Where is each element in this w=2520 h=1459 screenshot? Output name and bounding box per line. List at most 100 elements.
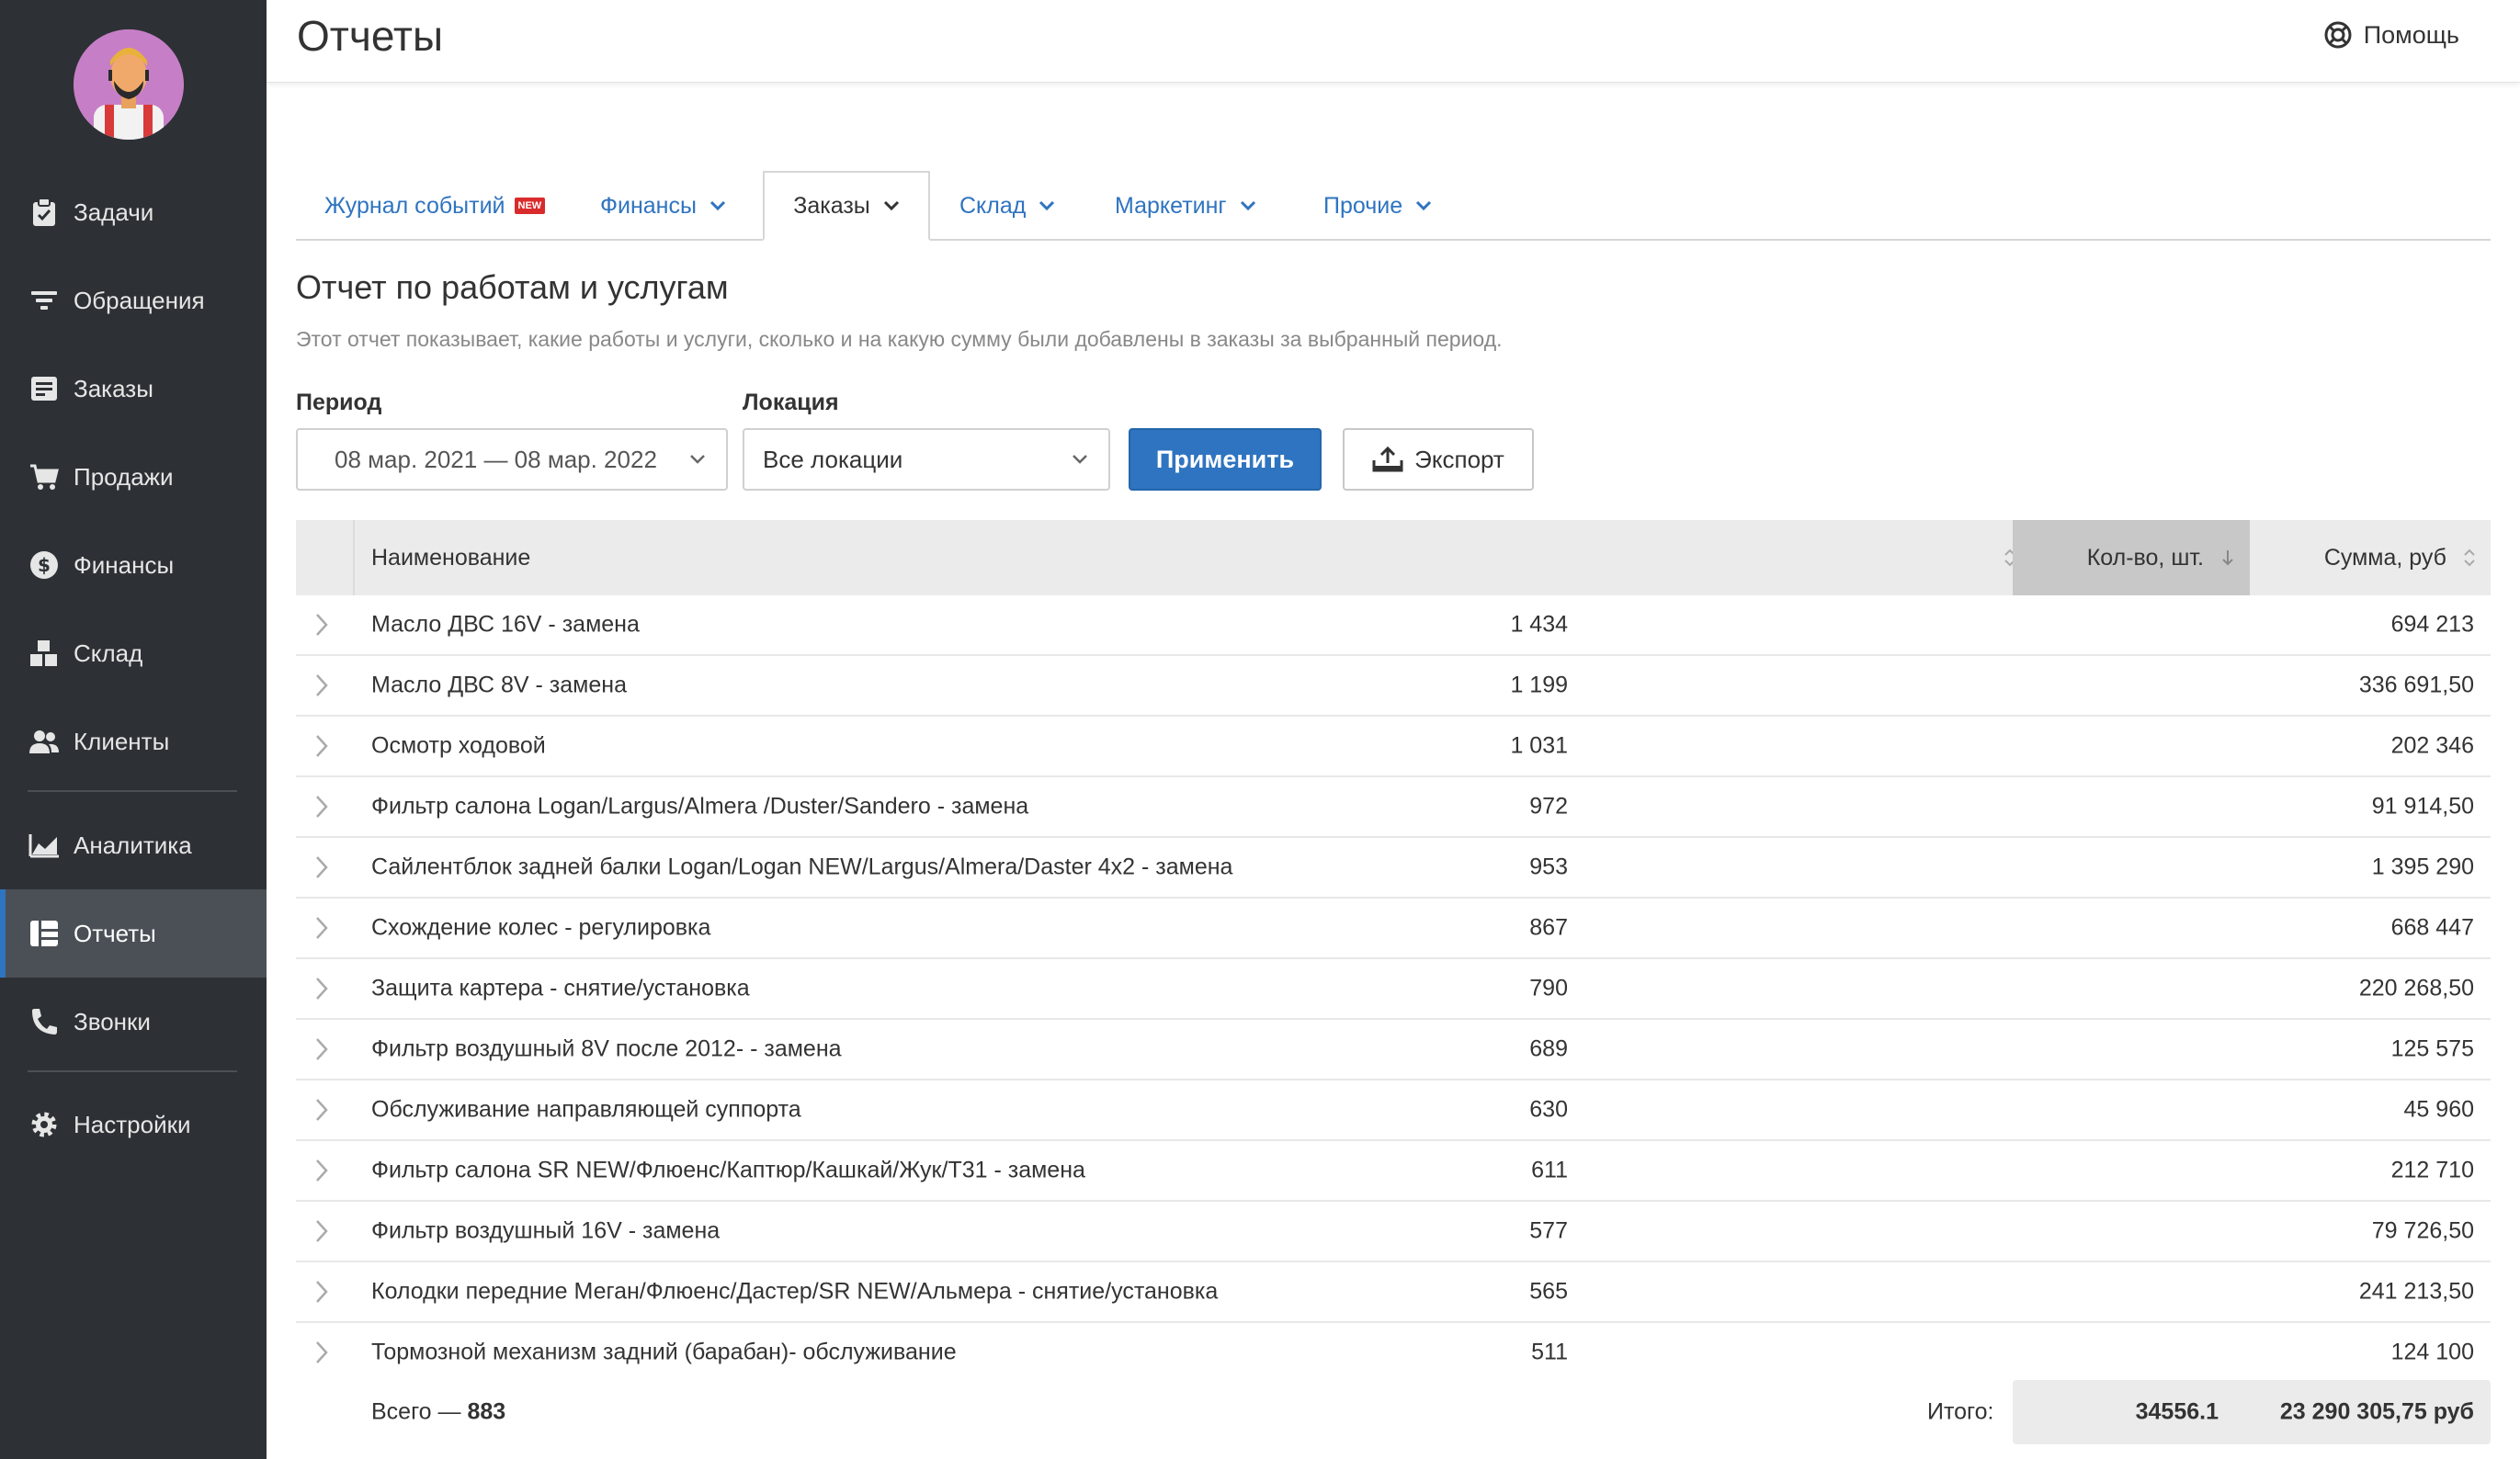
table-row[interactable]: Схождение колес - регулировка 867 668 44… [296,899,2491,959]
sidebar-item-orders[interactable]: Заказы [0,345,267,433]
chevron-right-icon[interactable] [314,977,329,1001]
total-count-label: Всего — [371,1398,468,1425]
chevron-right-icon[interactable] [314,916,329,940]
tab-finance[interactable]: Финансы [600,171,726,241]
table-row[interactable]: Колодки передние Меган/Флюенс/Дастер/SR … [296,1262,2491,1323]
row-sum: 125 575 [2390,1035,2474,1062]
tab-event-log[interactable]: Журнал событий NEW [324,171,546,241]
row-qty: 1 199 [1510,672,1568,698]
table-row[interactable]: Тормозной механизм задний (барабан)- обс… [296,1323,2491,1369]
sidebar-divider [28,790,237,792]
table-row[interactable]: Масло ДВС 16V - замена 1 434 694 213 [296,595,2491,656]
header: Отчеты Помощь [267,0,2520,83]
sidebar-item-clients[interactable]: Клиенты [0,697,267,786]
tab-other[interactable]: Прочие [1323,171,1432,241]
tab-warehouse[interactable]: Склад [959,171,1055,241]
tab-marketing[interactable]: Маркетинг [1115,171,1256,241]
help-button[interactable]: Помощь [2323,20,2459,50]
avatar[interactable] [74,29,184,140]
row-name: Обслуживание направляющей суппорта [371,1096,801,1123]
sidebar-item-appeals[interactable]: Обращения [0,256,267,345]
new-badge: NEW [514,198,546,214]
location-value: Все локации [763,445,903,473]
table-row[interactable]: Фильтр салона SR NEW/Флюенс/Каптюр/Кашка… [296,1141,2491,1202]
row-qty: 790 [1529,975,1568,1001]
gear-icon [28,1108,61,1141]
table-row[interactable]: Масло ДВС 8V - замена 1 199 336 691,50 [296,656,2491,717]
chevron-down-icon [1240,200,1256,211]
table-row[interactable]: Фильтр салона Logan/Largus/Almera /Duste… [296,777,2491,838]
sidebar-item-reports[interactable]: Отчеты [0,889,267,978]
row-name: Масло ДВС 16V - замена [371,611,640,638]
column-header-name[interactable]: Наименование [355,520,2033,595]
chevron-right-icon[interactable] [314,613,329,637]
page-title: Отчеты [297,12,444,60]
location-label: Локация [743,390,839,415]
chevron-right-icon[interactable] [314,673,329,697]
table-row[interactable]: Осмотр ходовой 1 031 202 346 [296,717,2491,777]
period-select[interactable]: 08 мар. 2021 — 08 мар. 2022 [296,428,728,491]
table-row[interactable]: Фильтр воздушный 8V после 2012- - замена… [296,1020,2491,1080]
row-name: Сайлентблок задней балки Logan/Logan NEW… [371,854,1233,880]
sidebar-item-calls[interactable]: Звонки [0,978,267,1066]
total-count: Всего — 883 [371,1399,505,1426]
sidebar-item-label: Звонки [74,1007,151,1035]
sidebar-item-label: Склад [74,639,143,667]
table-row[interactable]: Сайлентблок задней балки Logan/Logan NEW… [296,838,2491,899]
chevron-right-icon[interactable] [314,855,329,879]
export-button[interactable]: Экспорт [1343,428,1534,491]
total-count-value: 883 [467,1398,506,1425]
row-sum: 668 447 [2390,914,2474,941]
column-header-qty[interactable]: Кол-во, шт. [2013,520,2250,595]
itogo-sum: 23 290 305,75 руб [2279,1398,2474,1425]
sidebar-item-tasks[interactable]: Задачи [0,168,267,256]
itogo-totals: 34556.1 23 290 305,75 руб [2013,1380,2491,1444]
tab-orders[interactable]: Заказы [763,171,930,241]
chevron-right-icon[interactable] [314,734,329,758]
chevron-right-icon[interactable] [314,1159,329,1182]
report-tabs: Журнал событий NEW Финансы Заказы Склад … [296,171,2491,241]
table-row[interactable]: Фильтр воздушный 16V - замена 577 79 726… [296,1202,2491,1262]
location-select[interactable]: Все локации [743,428,1110,491]
sidebar-item-label: Финансы [74,550,175,579]
sidebar: Задачи Обращения Заказы Продажи $ Финанс… [0,0,267,1459]
tab-label: Журнал событий [324,192,505,219]
chevron-right-icon[interactable] [314,1219,329,1243]
chevron-right-icon[interactable] [314,1340,329,1364]
chevron-down-icon [689,454,706,465]
chevron-down-icon [1039,200,1055,211]
table-row[interactable]: Защита картера - снятие/установка 790 22… [296,959,2491,1020]
sidebar-item-warehouse[interactable]: Склад [0,609,267,697]
sidebar-item-label: Обращения [74,286,205,314]
sort-descending-icon [2220,548,2235,568]
row-qty: 1 434 [1510,611,1568,638]
row-qty: 577 [1529,1217,1568,1244]
row-qty: 630 [1529,1096,1568,1123]
sidebar-item-finance[interactable]: $ Финансы [0,521,267,609]
apply-button[interactable]: Применить [1129,428,1322,491]
column-header-sum[interactable]: Сумма, руб [2250,520,2491,595]
sidebar-item-label: Отчеты [74,919,156,947]
row-qty: 972 [1529,793,1568,820]
sidebar-item-sales[interactable]: Продажи [0,433,267,521]
column-header-label: Сумма, руб [2323,544,2446,571]
itogo-qty: 34556.1 [2135,1398,2219,1425]
cart-icon [28,460,61,493]
row-qty: 611 [1531,1157,1568,1183]
sidebar-item-analytics[interactable]: Аналитика [0,801,267,889]
tab-label: Маркетинг [1115,192,1227,219]
chevron-right-icon[interactable] [314,1280,329,1304]
chevron-right-icon[interactable] [314,795,329,819]
boxes-icon [28,637,61,670]
table-body: Масло ДВС 16V - замена 1 434 694 213 Мас… [296,595,2491,1369]
chevron-right-icon[interactable] [314,1037,329,1061]
column-header-label: Кол-во, шт. [2086,544,2204,571]
row-name: Масло ДВС 8V - замена [371,672,627,698]
row-sum: 79 726,50 [2371,1217,2474,1244]
sidebar-item-settings[interactable]: Настройки [0,1080,267,1169]
chevron-right-icon[interactable] [314,1098,329,1122]
table-row[interactable]: Обслуживание направляющей суппорта 630 4… [296,1080,2491,1141]
row-qty: 689 [1529,1035,1568,1062]
sidebar-item-label: Аналитика [74,831,192,859]
row-sum: 91 914,50 [2371,793,2474,820]
